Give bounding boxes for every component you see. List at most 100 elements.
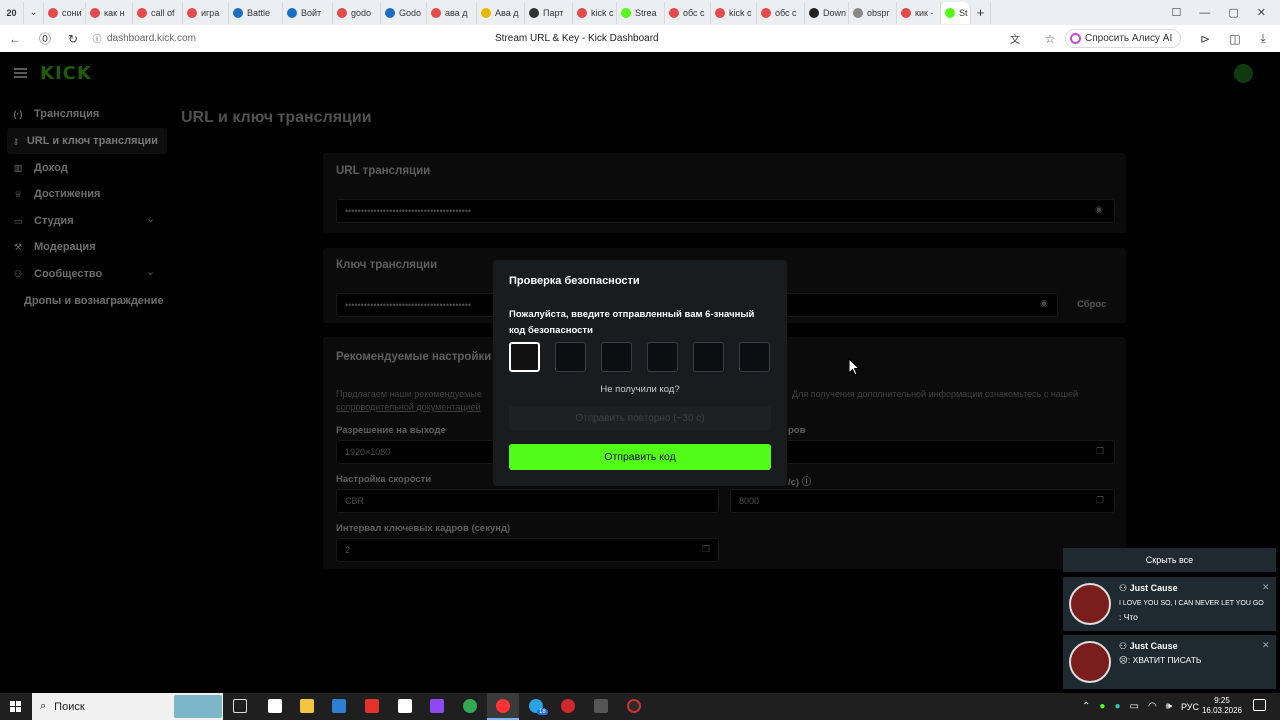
browser-tab[interactable]: Down — [805, 1, 849, 24]
tray-kaspersky-icon[interactable]: ● — [1114, 701, 1120, 712]
browser-tab[interactable]: Парт — [525, 1, 573, 24]
tray-volume-icon[interactable]: 🕪 — [1166, 701, 1172, 712]
browser-tab[interactable]: kick c — [573, 1, 617, 24]
avatar[interactable] — [1234, 64, 1253, 83]
browser-tab[interactable]: Godo — [381, 1, 427, 24]
notification-close-icon[interactable]: ✕ — [1262, 582, 1270, 593]
yandex-icon[interactable] — [365, 699, 379, 713]
sidebar-item-drops[interactable]: Дропы и вознаграждение — [24, 295, 163, 307]
code-digit-1[interactable] — [509, 342, 540, 372]
obs-icon[interactable] — [627, 699, 641, 713]
hamburger-menu-icon[interactable] — [14, 68, 27, 78]
site-info-icon[interactable]: ⓘ — [87, 29, 107, 49]
maximize-icon[interactable]: ▢ — [1228, 6, 1238, 19]
code-digit-5[interactable] — [693, 342, 724, 372]
reader-icon[interactable]: ⊳ — [1195, 29, 1215, 49]
bookmark-icon[interactable]: ☆ — [1040, 29, 1060, 49]
sidebar-item-community[interactable]: ⚇ Сообщество — [12, 268, 102, 280]
chrome-icon[interactable] — [463, 699, 477, 713]
sidebar-item-studio[interactable]: ▭ Студия — [12, 215, 74, 227]
notification-card[interactable]: ⚇ Just Cause ✕ I LOVE YOU SO, I CAN NEVE… — [1063, 577, 1276, 631]
sidebar-item-moderation[interactable]: ⚒ Модерация — [12, 241, 96, 253]
translate-icon[interactable]: 文 — [1005, 29, 1025, 49]
browser-tab[interactable]: обс с — [757, 1, 805, 24]
reset-key-button[interactable]: Сброс — [1077, 299, 1106, 310]
tab-list-chevron-icon[interactable]: ⌄ — [24, 1, 44, 24]
code-digit-3[interactable] — [601, 342, 632, 372]
tray-wifi-icon[interactable]: ◠ — [1148, 701, 1157, 712]
alice-button[interactable]: Спросить Алису AI — [1065, 29, 1182, 48]
back-icon[interactable]: ← — [5, 29, 25, 49]
sidebar-item-achievements[interactable]: ♕ Достижения — [12, 188, 100, 200]
copy-bitrate-icon[interactable]: ❐ — [1096, 495, 1104, 506]
clock[interactable]: 9:25 16.03.2026 — [1198, 696, 1246, 716]
browser-tab[interactable]: call of — [133, 1, 183, 24]
taskbar-search[interactable]: ⌕ Поиск — [32, 693, 223, 720]
browser-tab[interactable]: обс с — [665, 1, 711, 24]
show-key-eye-icon[interactable]: ◉ — [1040, 298, 1048, 309]
yandex-browser-icon[interactable] — [487, 693, 519, 720]
show-url-eye-icon[interactable]: ◉ — [1095, 204, 1103, 215]
downloads-icon[interactable]: ⤓ — [1253, 29, 1273, 49]
browser-tab[interactable]: как н — [86, 1, 133, 24]
rate-control-field[interactable]: CBR — [336, 489, 719, 513]
browser-tab[interactable]: Strea — [617, 1, 665, 24]
bitrate-field[interactable]: 8000 — [730, 489, 1115, 513]
code-digit-2[interactable] — [555, 342, 586, 372]
code-digit-4[interactable] — [647, 342, 678, 372]
yandex-home-icon[interactable]: ⓪ — [35, 29, 55, 49]
browser-tab[interactable]: Войт — [283, 1, 333, 24]
new-tab-button[interactable]: + — [971, 1, 991, 24]
bookmarks-icon[interactable]: ☐ — [1172, 6, 1182, 19]
task-view-icon[interactable] — [233, 699, 247, 713]
code-digit-6[interactable] — [739, 342, 770, 372]
close-window-icon[interactable]: ✕ — [1257, 6, 1266, 19]
kick-logo[interactable]: KICK — [40, 63, 92, 84]
browser-tab[interactable]: игра — [183, 1, 229, 24]
notification-close-icon[interactable]: ✕ — [1262, 640, 1270, 651]
browser-tab[interactable]: obspr — [849, 1, 897, 24]
windows-start-icon[interactable] — [10, 701, 21, 712]
browser-tab[interactable]: godo — [333, 1, 381, 24]
sidebar-item-stream-key[interactable]: ⚷ URL и ключ трансляции — [7, 128, 167, 154]
tray-monitor-icon[interactable]: ▭ — [1129, 701, 1138, 712]
document-icon[interactable] — [398, 699, 412, 713]
studio-chevron-down-icon[interactable]: ⌄ — [146, 212, 155, 225]
browser-tab[interactable]: Ава д — [477, 1, 525, 24]
sidebar-item-stream[interactable]: (·) Трансляция — [12, 108, 100, 120]
browser-tab[interactable]: kick c — [711, 1, 757, 24]
notifications-icon[interactable] — [1253, 699, 1266, 711]
copy-fps-icon[interactable]: ❐ — [1096, 446, 1104, 457]
documentation-link[interactable]: сопроводительной документацией — [336, 402, 481, 412]
notepad-icon[interactable] — [268, 699, 282, 713]
mail-icon[interactable] — [332, 699, 346, 713]
resend-code-button[interactable]: Отправить повторно (~30 с) — [509, 406, 771, 430]
tray-app-icon[interactable]: ● — [1099, 701, 1105, 712]
sidebar-item-revenue[interactable]: ▥ Доход — [12, 162, 68, 174]
fps-field[interactable] — [730, 440, 1115, 464]
extensions-icon[interactable]: ◫ — [1225, 29, 1245, 49]
twitch-icon[interactable] — [430, 699, 444, 713]
hide-all-button[interactable]: Скрыть все — [1063, 548, 1276, 572]
minimize-icon[interactable]: — — [1199, 7, 1210, 19]
community-chevron-down-icon[interactable]: ⌄ — [146, 265, 155, 278]
browser-tab[interactable]: St✕ — [941, 1, 971, 24]
browser-tab[interactable]: ава д — [427, 1, 477, 24]
submit-code-button[interactable]: Отправить код — [509, 444, 771, 470]
info-icon[interactable]: ⓘ — [802, 477, 812, 488]
stream-url-field[interactable]: •••••••••••••••••••••••••••••••••••••••• — [336, 199, 1115, 223]
browser-tab[interactable]: сони — [44, 1, 86, 24]
browser-tab[interactable]: Battle — [229, 1, 283, 24]
browser-tab[interactable]: кик - — [897, 1, 941, 24]
language-indicator[interactable]: РУС — [1181, 702, 1199, 712]
notification-card[interactable]: ⚇ Just Cause ✕ ☹: ХВАТИТ ПИСАТЬ — [1063, 635, 1276, 689]
file-explorer-icon[interactable] — [300, 699, 314, 713]
tray-chevron-up-icon[interactable]: ⌃ — [1082, 701, 1090, 712]
copy-keyframe-icon[interactable]: ❐ — [702, 544, 710, 555]
opera-icon[interactable] — [561, 699, 575, 713]
keyframe-field[interactable]: 2 — [336, 538, 719, 562]
tab-count-badge[interactable]: 20 — [0, 1, 24, 24]
reload-icon[interactable]: ↻ — [63, 29, 83, 49]
url-field[interactable]: dashboard.kick.com — [107, 33, 487, 44]
game-launcher-icon[interactable] — [594, 699, 608, 713]
